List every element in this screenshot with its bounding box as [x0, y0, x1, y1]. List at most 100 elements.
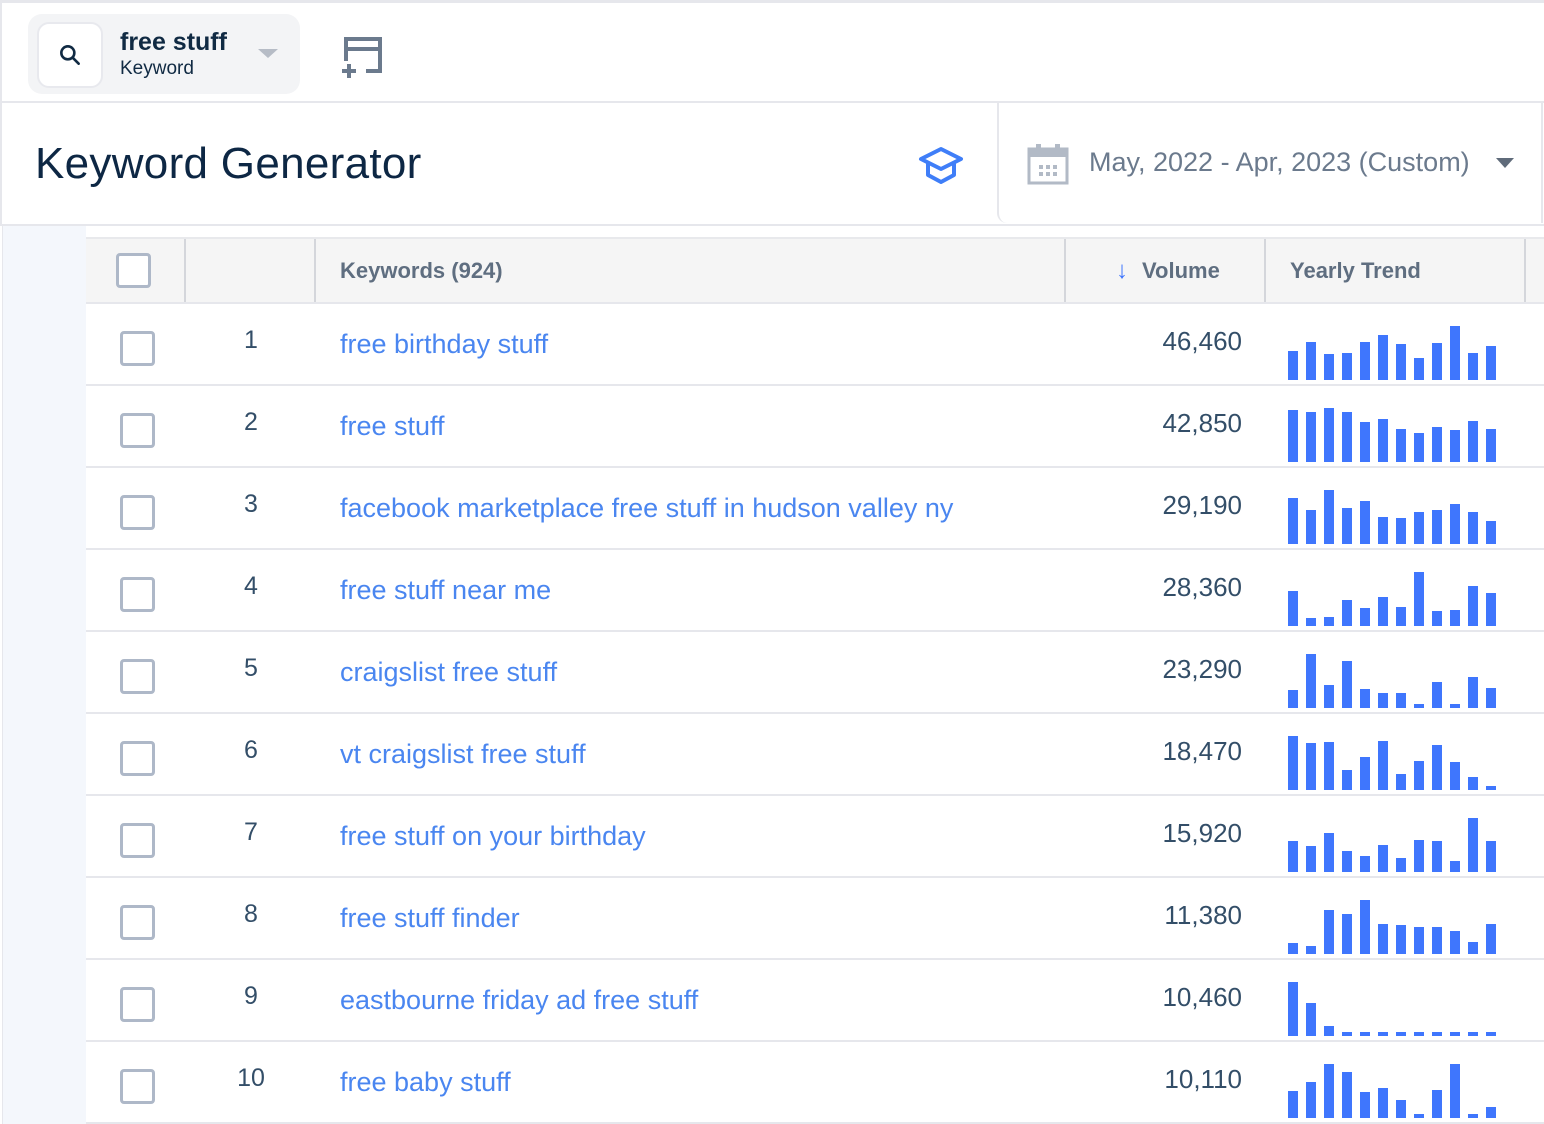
trend-bar	[1378, 419, 1388, 462]
search-selector[interactable]: free stuff Keyword	[28, 14, 300, 94]
trend-bar	[1468, 818, 1478, 872]
trend-bar	[1468, 421, 1478, 462]
trend-bar	[1342, 851, 1352, 872]
trend-bar	[1414, 704, 1424, 708]
keyword-link[interactable]: free stuff near me	[340, 575, 551, 606]
page-title: Keyword Generator	[35, 139, 422, 188]
yearly-trend-chart	[1288, 568, 1508, 626]
trend-bar	[1414, 512, 1424, 544]
search-volume: 18,470	[1162, 736, 1242, 766]
yearly-trend-chart	[1288, 732, 1508, 790]
trend-bar	[1432, 1032, 1442, 1036]
trend-bar	[1324, 354, 1334, 380]
yearly-trend-chart	[1288, 322, 1508, 380]
table-row: 3 facebook marketplace free stuff in huds…	[86, 468, 1544, 550]
trend-bar	[1468, 1032, 1478, 1036]
trend-bar	[1360, 689, 1370, 708]
trend-bar	[1450, 326, 1460, 380]
select-all-checkbox[interactable]	[116, 253, 151, 288]
trend-bar	[1324, 408, 1334, 462]
row-rank: 4	[244, 572, 258, 600]
keyword-link[interactable]: free baby stuff	[340, 1067, 511, 1098]
date-range-picker[interactable]: May, 2022 - Apr, 2023 (Custom)	[997, 103, 1543, 223]
table-row: 10 free baby stuff 10,110	[86, 1042, 1544, 1124]
table-row: 7 free stuff on your birthday 15,920	[86, 796, 1544, 878]
trend-bar	[1306, 618, 1316, 626]
search-icon	[60, 45, 80, 65]
trend-bar	[1468, 677, 1478, 708]
trend-bar	[1468, 353, 1478, 380]
keyword-link[interactable]: free birthday stuff	[340, 329, 548, 360]
keyword-link[interactable]: facebook marketplace free stuff in hudso…	[340, 493, 953, 524]
trend-bar	[1450, 610, 1460, 626]
search-type: Keyword	[120, 58, 194, 79]
trend-bar	[1360, 608, 1370, 626]
trend-bar	[1414, 572, 1424, 626]
trend-bar	[1450, 931, 1460, 954]
trend-bar	[1306, 412, 1316, 462]
trend-bar	[1396, 858, 1406, 872]
keyword-link[interactable]: eastbourne friday ad free stuff	[340, 985, 698, 1016]
row-checkbox[interactable]	[120, 331, 155, 366]
trend-bar	[1486, 1107, 1496, 1118]
trend-bar	[1288, 690, 1298, 708]
trend-bar	[1414, 433, 1424, 462]
row-checkbox[interactable]	[120, 495, 155, 530]
trend-bar	[1396, 693, 1406, 708]
row-checkbox[interactable]	[120, 1069, 155, 1104]
column-divider	[1264, 239, 1266, 302]
trend-bar	[1396, 1032, 1406, 1036]
trend-bar	[1306, 342, 1316, 380]
trend-bar	[1288, 736, 1298, 790]
page-header: Keyword Generator May, 2022 - Apr, 2023 …	[0, 103, 1544, 226]
keyword-link[interactable]: craigslist free stuff	[340, 657, 557, 688]
trend-column-label: Yearly Trend	[1290, 257, 1421, 283]
keyword-link[interactable]: free stuff on your birthday	[340, 821, 646, 852]
search-volume: 29,190	[1162, 490, 1242, 520]
trend-bar	[1468, 777, 1478, 790]
keywords-column-header[interactable]: Keywords (924)	[340, 239, 503, 302]
volume-column-header[interactable]: ↓ Volume	[1116, 239, 1220, 302]
row-checkbox[interactable]	[120, 741, 155, 776]
academy-button[interactable]	[917, 145, 965, 185]
search-button[interactable]	[37, 22, 103, 88]
keywords-table: Keywords (924) ↓ Volume Yearly Trend 1 fr…	[86, 237, 1544, 1124]
table-row: 1 free birthday stuff 46,460	[86, 304, 1544, 386]
keyword-link[interactable]: vt craigslist free stuff	[340, 739, 586, 770]
trend-bar	[1360, 501, 1370, 544]
row-checkbox[interactable]	[120, 577, 155, 612]
trend-bar	[1360, 342, 1370, 380]
calendar-icon	[1027, 144, 1069, 185]
keyword-link[interactable]: free stuff finder	[340, 903, 520, 934]
chevron-down-icon[interactable]	[258, 49, 278, 58]
search-volume: 10,460	[1162, 982, 1242, 1012]
row-rank: 3	[244, 490, 258, 518]
trend-bar	[1378, 1032, 1388, 1036]
trend-bar	[1432, 343, 1442, 380]
sort-descending-icon: ↓	[1116, 256, 1128, 284]
trend-bar	[1396, 925, 1406, 954]
add-comparison-button[interactable]	[338, 37, 388, 79]
trend-bar	[1360, 900, 1370, 954]
row-checkbox[interactable]	[120, 987, 155, 1022]
row-rank: 7	[244, 818, 258, 846]
trend-bar	[1468, 942, 1478, 954]
trend-bar	[1414, 761, 1424, 790]
row-checkbox[interactable]	[120, 823, 155, 858]
row-checkbox[interactable]	[120, 659, 155, 694]
row-checkbox[interactable]	[120, 413, 155, 448]
volume-column-label: Volume	[1142, 257, 1220, 283]
search-term: free stuff	[120, 28, 227, 56]
trend-bar	[1486, 924, 1496, 954]
trend-bar	[1378, 517, 1388, 544]
row-checkbox[interactable]	[120, 905, 155, 940]
search-volume: 42,850	[1162, 408, 1242, 438]
trend-bar	[1450, 1064, 1460, 1118]
trend-bar	[1396, 344, 1406, 380]
keyword-link[interactable]: free stuff	[340, 411, 445, 442]
trend-bar	[1432, 611, 1442, 626]
trend-bar	[1378, 693, 1388, 708]
row-rank: 10	[237, 1064, 265, 1092]
trend-bar	[1288, 943, 1298, 954]
trend-bar	[1432, 427, 1442, 462]
